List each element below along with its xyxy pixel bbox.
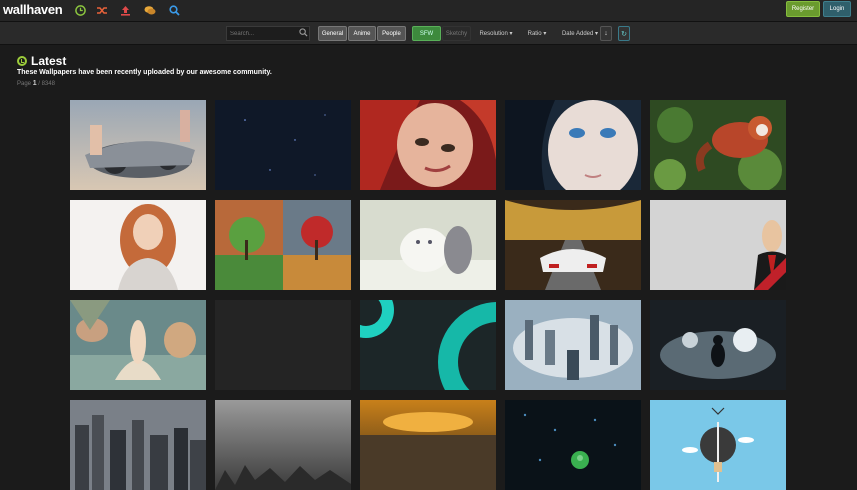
wallpaper-thumbnail-11[interactable] <box>70 300 206 390</box>
refresh-icon: ↻ <box>621 30 627 38</box>
arrow-down-icon: ↓ <box>604 30 608 37</box>
page-prefix: Page <box>17 81 32 87</box>
wallpaper-thumbnail-15[interactable] <box>650 300 786 390</box>
sort-dropdown[interactable]: Date Added ▾ <box>560 26 600 41</box>
sort-label: Date Added <box>561 30 594 37</box>
chevron-down-icon: ▾ <box>541 31 547 37</box>
wallpaper-thumbnail-16[interactable] <box>70 400 206 490</box>
purity-sketchy-toggle[interactable]: Sketchy <box>442 26 471 41</box>
login-button[interactable]: Login <box>823 1 851 17</box>
ratio-label: Ratio <box>527 30 542 37</box>
wallpaper-thumbnail-8[interactable] <box>360 200 496 290</box>
search-nav-icon[interactable] <box>167 3 181 17</box>
wallpaper-thumbnail-2[interactable] <box>215 100 351 190</box>
sort-order-button[interactable]: ↓ <box>600 26 612 41</box>
upload-icon[interactable] <box>118 3 132 17</box>
resolution-dropdown[interactable]: Resolution ▾ <box>476 26 516 41</box>
wallpaper-thumbnail-9[interactable] <box>505 200 641 290</box>
page-indicator: Page 1 / 8348 <box>17 80 55 87</box>
wallpaper-thumbnail-5[interactable] <box>650 100 786 190</box>
ratio-dropdown[interactable]: Ratio ▾ <box>524 26 550 41</box>
wallpaper-thumbnail-17[interactable] <box>215 400 351 490</box>
wallpaper-thumbnail-6[interactable] <box>70 200 206 290</box>
search-filter-bar: General Anime People SFW Sketchy Resolut… <box>0 22 857 45</box>
top-navigation-bar: wallhaven Register Login <box>0 0 857 22</box>
random-icon[interactable] <box>95 3 109 17</box>
page-title: Latest <box>31 54 67 68</box>
wallpaper-thumbnail-1[interactable] <box>70 100 206 190</box>
category-people-toggle[interactable]: People <box>377 26 406 41</box>
chevron-down-icon: ▾ <box>593 31 599 37</box>
refresh-button[interactable]: ↻ <box>618 26 630 41</box>
wallpaper-thumbnail-20[interactable] <box>650 400 786 490</box>
search-input[interactable] <box>226 26 310 41</box>
wallhaven-logo[interactable]: wallhaven <box>3 2 63 17</box>
category-anime-toggle[interactable]: Anime <box>348 26 376 41</box>
resolution-label: Resolution <box>479 30 508 37</box>
wallpaper-grid <box>70 100 786 490</box>
total-pages: / 8348 <box>38 81 55 87</box>
current-page: 1 <box>32 80 37 87</box>
wallpaper-thumbnail-10[interactable] <box>650 200 786 290</box>
category-general-toggle[interactable]: General <box>318 26 347 41</box>
wallpaper-thumbnail-19[interactable] <box>505 400 641 490</box>
purity-sfw-toggle[interactable]: SFW <box>412 26 441 41</box>
page-subtitle: These Wallpapers have been recently uplo… <box>17 69 272 76</box>
wallpaper-thumbnail-14[interactable] <box>505 300 641 390</box>
chevron-down-icon: ▾ <box>507 31 513 37</box>
register-button[interactable]: Register <box>786 1 820 17</box>
search-submit-icon[interactable] <box>299 28 308 37</box>
wallpaper-thumbnail-7[interactable] <box>215 200 351 290</box>
page-heading: Latest <box>17 54 66 68</box>
wallpaper-thumbnail-18[interactable] <box>360 400 496 490</box>
forums-icon[interactable] <box>143 3 157 17</box>
wallpaper-thumbnail-13[interactable] <box>360 300 496 390</box>
wallpaper-thumbnail-4[interactable] <box>505 100 641 190</box>
latest-icon[interactable] <box>73 3 87 17</box>
wallpaper-thumbnail-12[interactable] <box>215 300 351 390</box>
wallpaper-thumbnail-3[interactable] <box>360 100 496 190</box>
clock-icon <box>17 56 27 66</box>
